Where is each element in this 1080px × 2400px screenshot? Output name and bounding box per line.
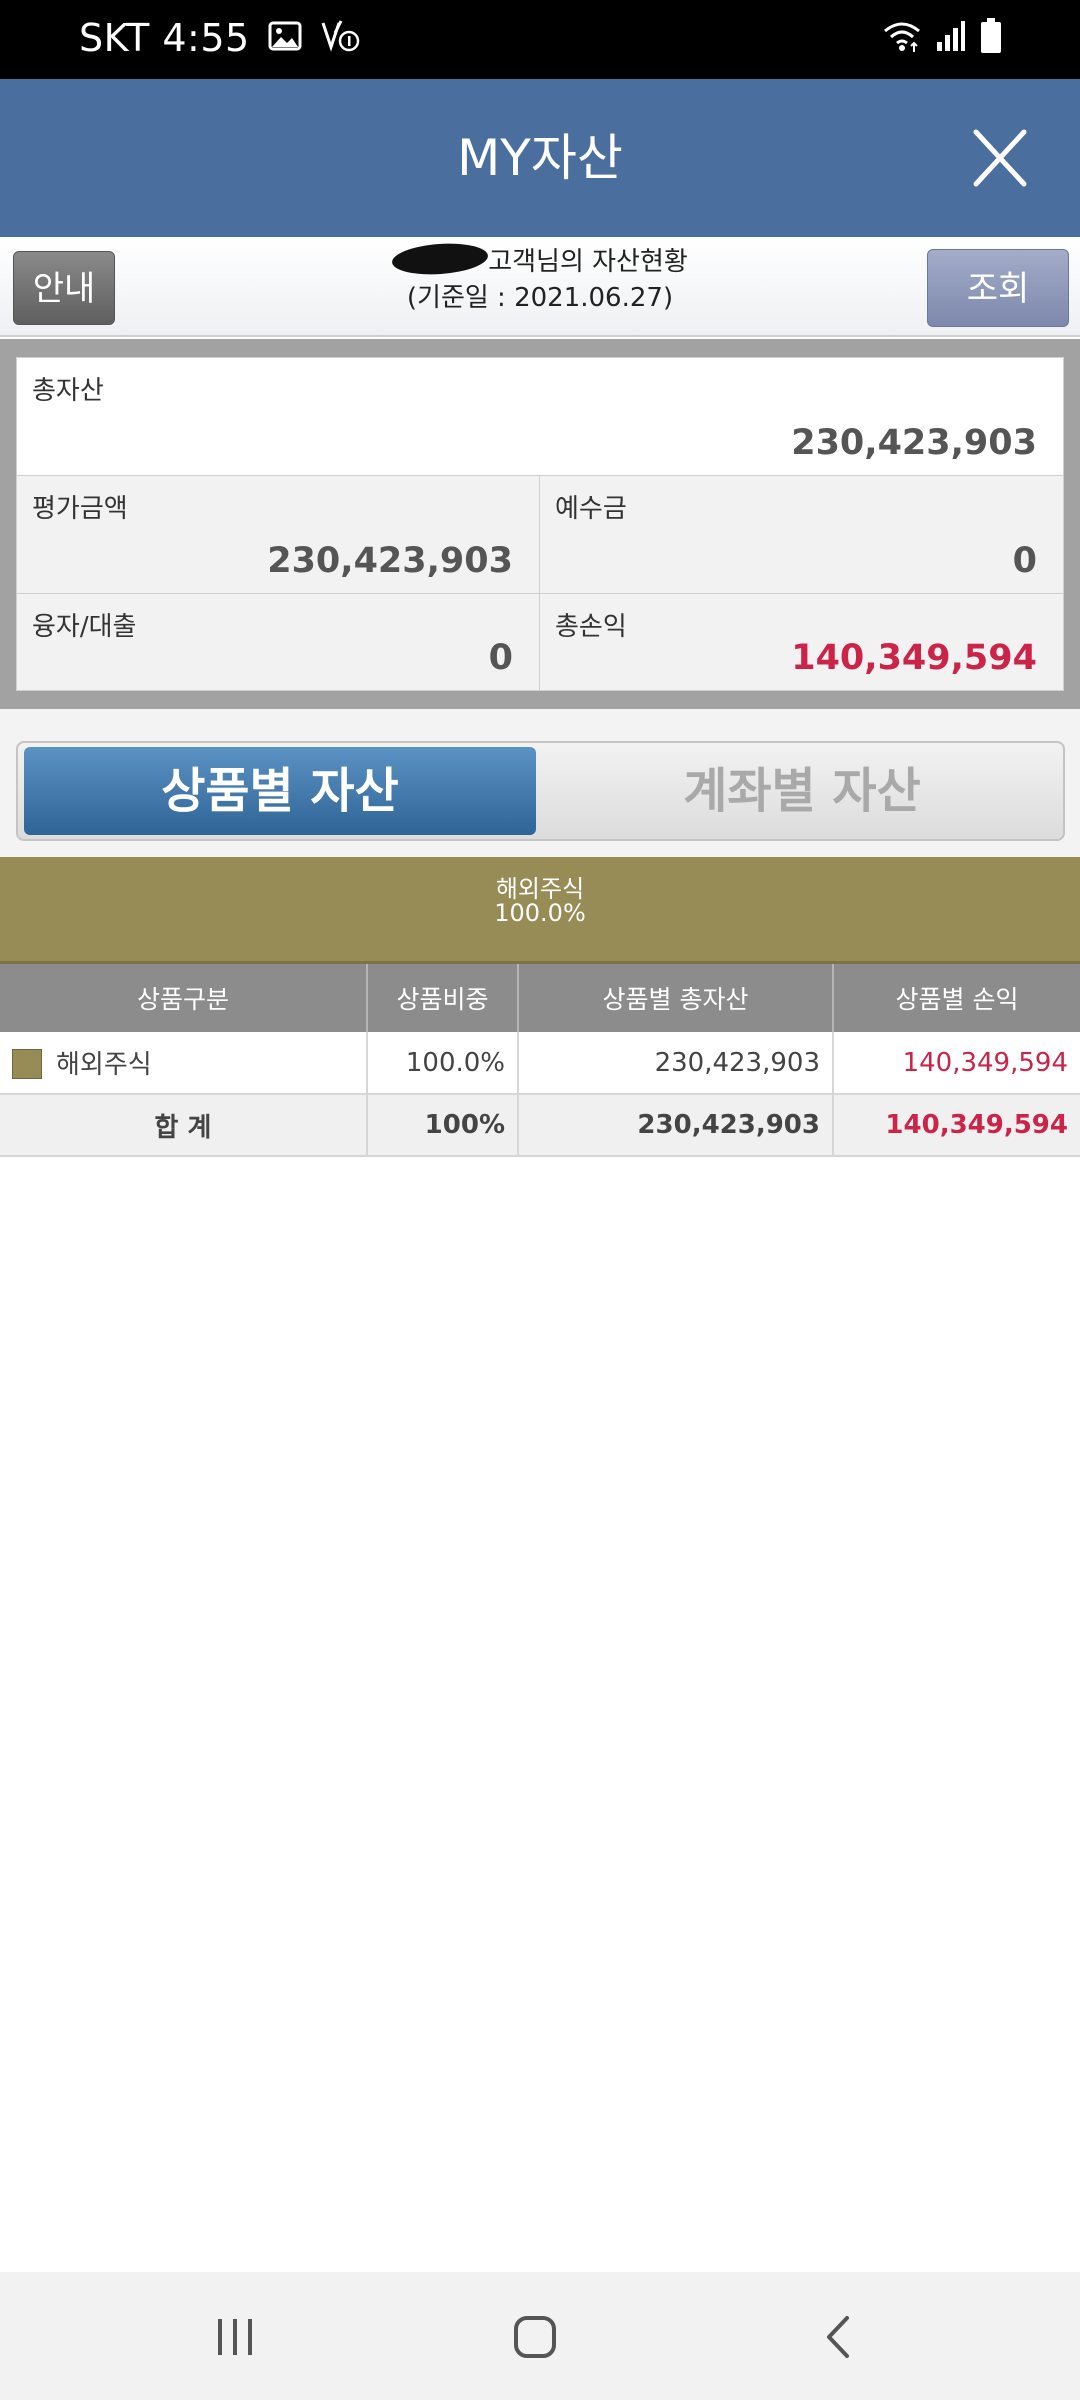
table-row[interactable]: 해외주식 100.0% 230,423,903 140,349,594	[0, 1032, 1080, 1095]
battery-icon	[980, 18, 1002, 58]
total-label: 합 계	[0, 1094, 368, 1157]
recent-apps-icon	[218, 2319, 252, 2355]
status-bar: SKT 4:55	[0, 0, 1080, 79]
total-weight: 100%	[367, 1094, 519, 1157]
allocation-bar: 해외주식 100.0%	[0, 857, 1080, 964]
recent-apps-button[interactable]	[190, 2302, 280, 2372]
vpn-key-icon	[320, 19, 360, 57]
info-bar: 안내 고객님의 자산현황 (기준일 : 2021.06.27) 조회	[0, 237, 1080, 337]
tab-bar: 상품별 자산 계좌별 자산	[16, 741, 1065, 841]
app-header: MY자산	[0, 79, 1080, 237]
customer-asset-status: 고객님의 자산현황	[0, 240, 1080, 278]
image-icon	[268, 21, 302, 55]
col-header-pl: 상품별 손익	[833, 964, 1080, 1032]
home-icon	[514, 2316, 556, 2358]
total-assets: 230,423,903	[518, 1094, 834, 1157]
table-header-row: 상품구분 상품비중 상품별 총자산 상품별 손익	[0, 964, 1080, 1032]
row-category: 해외주식	[0, 1032, 368, 1095]
asset-summary: 총자산 230,423,903 평가금액 230,423,903 예수금 0 융…	[0, 339, 1080, 709]
total-pl-cell: 총손익 140,349,594	[540, 594, 1063, 690]
total-assets-label: 총자산	[32, 376, 104, 406]
total-pl-value: 140,349,594	[791, 638, 1037, 678]
table-total-row: 합 계 100% 230,423,903 140,349,594	[0, 1094, 1080, 1157]
legend-swatch	[12, 1049, 42, 1079]
carrier-time: SKT 4:55	[79, 16, 250, 60]
col-header-category: 상품구분	[0, 964, 368, 1032]
query-button[interactable]: 조회	[927, 249, 1069, 327]
back-button[interactable]	[794, 2302, 884, 2372]
back-icon	[827, 2316, 849, 2358]
page-title: MY자산	[457, 129, 623, 187]
summary-box: 총자산 230,423,903 평가금액 230,423,903 예수금 0 융…	[16, 357, 1064, 691]
base-date: (기준일 : 2021.06.27)	[406, 283, 674, 313]
close-button[interactable]	[970, 124, 1030, 192]
redacted-name	[391, 240, 490, 278]
asset-table: 상품구분 상품비중 상품별 총자산 상품별 손익 해외주식 100.0% 230…	[0, 964, 1080, 1157]
tab-by-account[interactable]: 계좌별 자산	[546, 747, 1058, 835]
row-total: 230,423,903	[518, 1032, 834, 1095]
loan-value: 0	[488, 638, 513, 678]
row-weight: 100.0%	[367, 1032, 519, 1095]
eval-amount-value: 230,423,903	[267, 541, 513, 581]
home-button[interactable]	[490, 2302, 580, 2372]
row-pl: 140,349,594	[833, 1032, 1080, 1095]
total-assets-cell: 총자산 230,423,903	[17, 358, 1063, 476]
wifi-icon	[882, 19, 922, 57]
total-pl-label: 총손익	[555, 612, 627, 642]
total-assets-value: 230,423,903	[791, 423, 1037, 463]
close-icon	[973, 129, 1027, 187]
eval-amount-cell: 평가금액 230,423,903	[17, 476, 540, 594]
col-header-total: 상품별 총자산	[518, 964, 834, 1032]
tab-section: 상품별 자산 계좌별 자산	[0, 709, 1080, 857]
col-header-weight: 상품비중	[367, 964, 519, 1032]
signal-icon	[936, 20, 966, 56]
deposit-value: 0	[1012, 541, 1037, 581]
allocation-value: 100.0%	[494, 899, 586, 927]
eval-amount-label: 평가금액	[32, 494, 128, 524]
loan-label: 융자/대출	[32, 612, 137, 642]
deposit-cell: 예수금 0	[540, 476, 1063, 594]
deposit-label: 예수금	[555, 494, 627, 524]
system-nav-bar	[0, 2272, 1080, 2400]
tab-by-product[interactable]: 상품별 자산	[24, 747, 536, 835]
total-pl: 140,349,594	[833, 1094, 1080, 1157]
loan-cell: 융자/대출 0	[17, 594, 540, 690]
